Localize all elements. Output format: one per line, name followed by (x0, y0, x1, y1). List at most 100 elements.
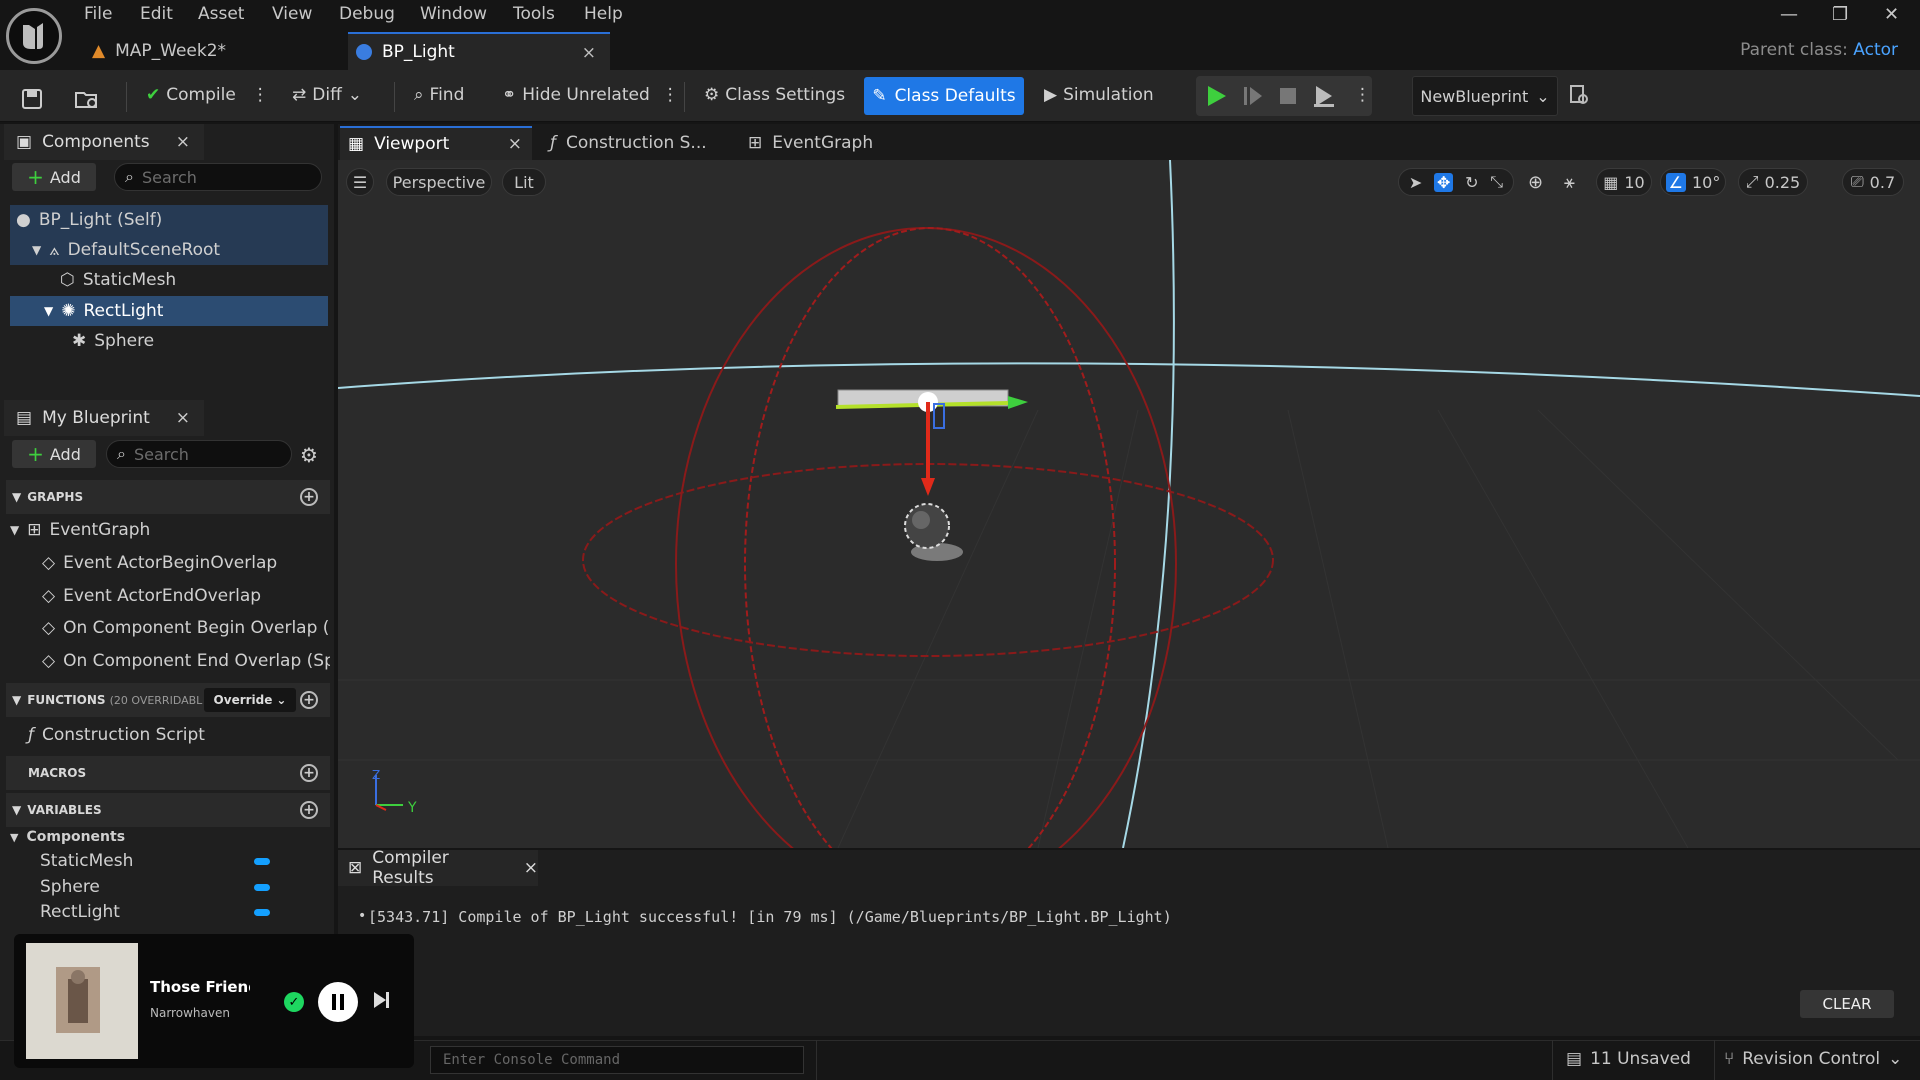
next-track-icon[interactable] (372, 990, 392, 1010)
tab-event-graph[interactable]: ⊞ EventGraph (748, 126, 873, 160)
select-icon[interactable]: ➤ (1409, 173, 1422, 192)
scale-snap[interactable]: ⤢ 0.25 (1738, 168, 1808, 196)
clear-button[interactable]: CLEAR (1800, 990, 1894, 1018)
surface-snap-icon[interactable]: ⚹ (1564, 172, 1575, 193)
variables-section-header[interactable]: ▼ VARIABLES + (6, 793, 330, 827)
level-icon: ▲ (92, 41, 106, 61)
more-options-icon[interactable]: ⋮ (252, 85, 269, 105)
add-function-icon[interactable]: + (300, 691, 318, 709)
add-component-button[interactable]: + Add (12, 163, 96, 191)
tab-map-week2[interactable]: ▲ MAP_Week2* (86, 32, 336, 70)
console-input[interactable]: Enter Console Command (430, 1046, 804, 1074)
menu-window[interactable]: Window (420, 4, 487, 24)
camera-speed[interactable]: ⎚ 0.7 (1842, 168, 1904, 196)
lit-dropdown[interactable]: Lit (502, 168, 546, 196)
unreal-logo[interactable] (6, 8, 62, 64)
event-actor-begin-overlap[interactable]: ◇ Event ActorBeginOverlap (42, 548, 277, 578)
component-rect-light[interactable]: ▼ ✺ RectLight (44, 296, 163, 326)
variable-sphere[interactable]: Sphere (40, 874, 300, 900)
saved-check-icon[interactable]: ✓ (284, 992, 304, 1012)
class-defaults-button[interactable]: ✎ Class Defaults (864, 77, 1024, 115)
component-self[interactable]: ● BP_Light (Self) (16, 205, 162, 235)
save-icon[interactable] (20, 82, 44, 116)
perspective-dropdown[interactable]: Perspective (386, 168, 492, 196)
step-icon[interactable] (1242, 84, 1264, 108)
revision-control-button[interactable]: ⑂ Revision Control ⌄ (1724, 1049, 1902, 1069)
components-panel-tab[interactable]: ▣ Components × (4, 124, 204, 160)
graphs-section-header[interactable]: ▼ GRAPHS + (6, 480, 330, 514)
browse-icon[interactable] (74, 82, 100, 116)
component-sphere[interactable]: ✱ Sphere (72, 326, 154, 356)
minimize-icon[interactable]: — (1780, 4, 1798, 25)
menu-debug[interactable]: Debug (339, 4, 395, 24)
class-settings-button[interactable]: ⚙ Class Settings (704, 78, 845, 112)
unsaved-button[interactable]: ▤ 11 Unsaved (1566, 1049, 1691, 1069)
scale-icon[interactable]: ⤡ (1490, 172, 1503, 192)
pause-button[interactable] (318, 982, 358, 1022)
move-icon[interactable]: ✥ (1434, 172, 1454, 192)
close-tab-icon[interactable]: × (508, 134, 522, 154)
add-member-button[interactable]: + Add (12, 440, 96, 468)
event-component-end-overlap[interactable]: ◇ On Component End Overlap (Sphe (42, 646, 330, 676)
search-placeholder: Search (133, 444, 189, 464)
grid-snap[interactable]: ▦ 10 (1596, 168, 1652, 196)
graph-event-graph[interactable]: ▼ ⊞ EventGraph (10, 515, 150, 545)
restore-icon[interactable]: ❐ (1832, 4, 1848, 25)
simulation-button[interactable]: ▶ Simulation (1044, 78, 1154, 112)
tab-viewport[interactable]: ▦ Viewport × (340, 126, 532, 160)
settings-gear-icon[interactable]: ⚙ (300, 443, 318, 467)
menu-tools[interactable]: Tools (513, 4, 555, 24)
more-options-icon[interactable]: ⋮ (1354, 78, 1371, 112)
components-search-input[interactable]: ⌕ Search (114, 163, 322, 191)
debug-filter-icon[interactable] (1568, 84, 1590, 106)
my-blueprint-panel-tab[interactable]: ▤ My Blueprint × (4, 400, 204, 436)
class-defaults-label: Class Defaults (894, 86, 1016, 106)
add-macro-icon[interactable]: + (300, 764, 318, 782)
compile-button[interactable]: ✔ Compile ⋮ (146, 78, 269, 112)
variables-category[interactable]: ▼ Components (10, 825, 125, 849)
menu-view[interactable]: View (272, 4, 312, 24)
close-window-icon[interactable]: ✕ (1884, 4, 1899, 25)
compiler-results-tab[interactable]: ⊠ Compiler Results × (338, 848, 538, 888)
rotate-icon[interactable]: ↻ (1465, 173, 1478, 192)
functions-section-header[interactable]: ▼ FUNCTIONS (20 OVERRIDABL Override ⌄ + (6, 683, 330, 717)
variable-rect-light[interactable]: RectLight (40, 899, 300, 925)
event-component-begin-overlap[interactable]: ◇ On Component Begin Overlap (Sph (42, 613, 330, 643)
viewport-menu-icon[interactable]: ☰ (346, 168, 374, 196)
eject-icon[interactable] (1312, 84, 1336, 108)
debug-object-dropdown[interactable]: NewBlueprint ⌄ (1412, 76, 1558, 116)
override-dropdown[interactable]: Override ⌄ (204, 688, 296, 712)
component-static-mesh[interactable]: ⬡ StaticMesh (60, 265, 176, 295)
add-variable-icon[interactable]: + (300, 801, 318, 819)
parent-class-value[interactable]: Actor (1853, 40, 1898, 60)
macros-section-header[interactable]: MACROS + (6, 756, 330, 790)
my-blueprint-search-input[interactable]: ⌕ Search (106, 440, 292, 468)
menu-asset[interactable]: Asset (198, 4, 244, 24)
function-construction-script[interactable]: ƒ Construction Script (28, 720, 205, 750)
close-panel-icon[interactable]: × (176, 132, 190, 152)
diff-button[interactable]: ⇄ Diff ⌄ (292, 78, 362, 112)
find-button[interactable]: ⌕ Find (414, 78, 464, 112)
play-icon[interactable] (1206, 84, 1228, 108)
menu-edit[interactable]: Edit (140, 4, 173, 24)
tab-bp-light[interactable]: BP_Light × (348, 32, 610, 70)
stop-icon[interactable] (1278, 86, 1298, 106)
tab-construction-script[interactable]: ƒ Construction S... (550, 126, 707, 160)
more-options-icon[interactable]: ⋮ (662, 85, 679, 105)
viewport[interactable]: Z Y ☰ Perspective Lit ➤ ✥ ↻ ⤡ ⊕ ⚹ ▦ 10 ∠… (338, 160, 1920, 848)
world-local-icon[interactable]: ⊕ (1528, 172, 1543, 193)
menu-file[interactable]: File (84, 4, 112, 24)
add-graph-icon[interactable]: + (300, 488, 318, 506)
menu-help[interactable]: Help (584, 4, 623, 24)
grid-icon: ▦ (1603, 172, 1619, 192)
close-tab-icon[interactable]: × (582, 43, 596, 63)
track-artist: Narrowhaven (150, 1006, 230, 1020)
close-tab-icon[interactable]: × (524, 858, 538, 878)
rotation-snap[interactable]: ∠ 10° (1660, 168, 1726, 196)
component-default-scene-root[interactable]: ▼ ⟑ DefaultSceneRoot (32, 235, 220, 265)
hide-unrelated-button[interactable]: ⚭ Hide Unrelated ⋮ (502, 78, 679, 112)
event-actor-end-overlap[interactable]: ◇ Event ActorEndOverlap (42, 581, 261, 611)
pause-icon (332, 994, 344, 1010)
close-panel-icon[interactable]: × (176, 408, 190, 428)
variable-static-mesh[interactable]: StaticMesh (40, 848, 300, 874)
